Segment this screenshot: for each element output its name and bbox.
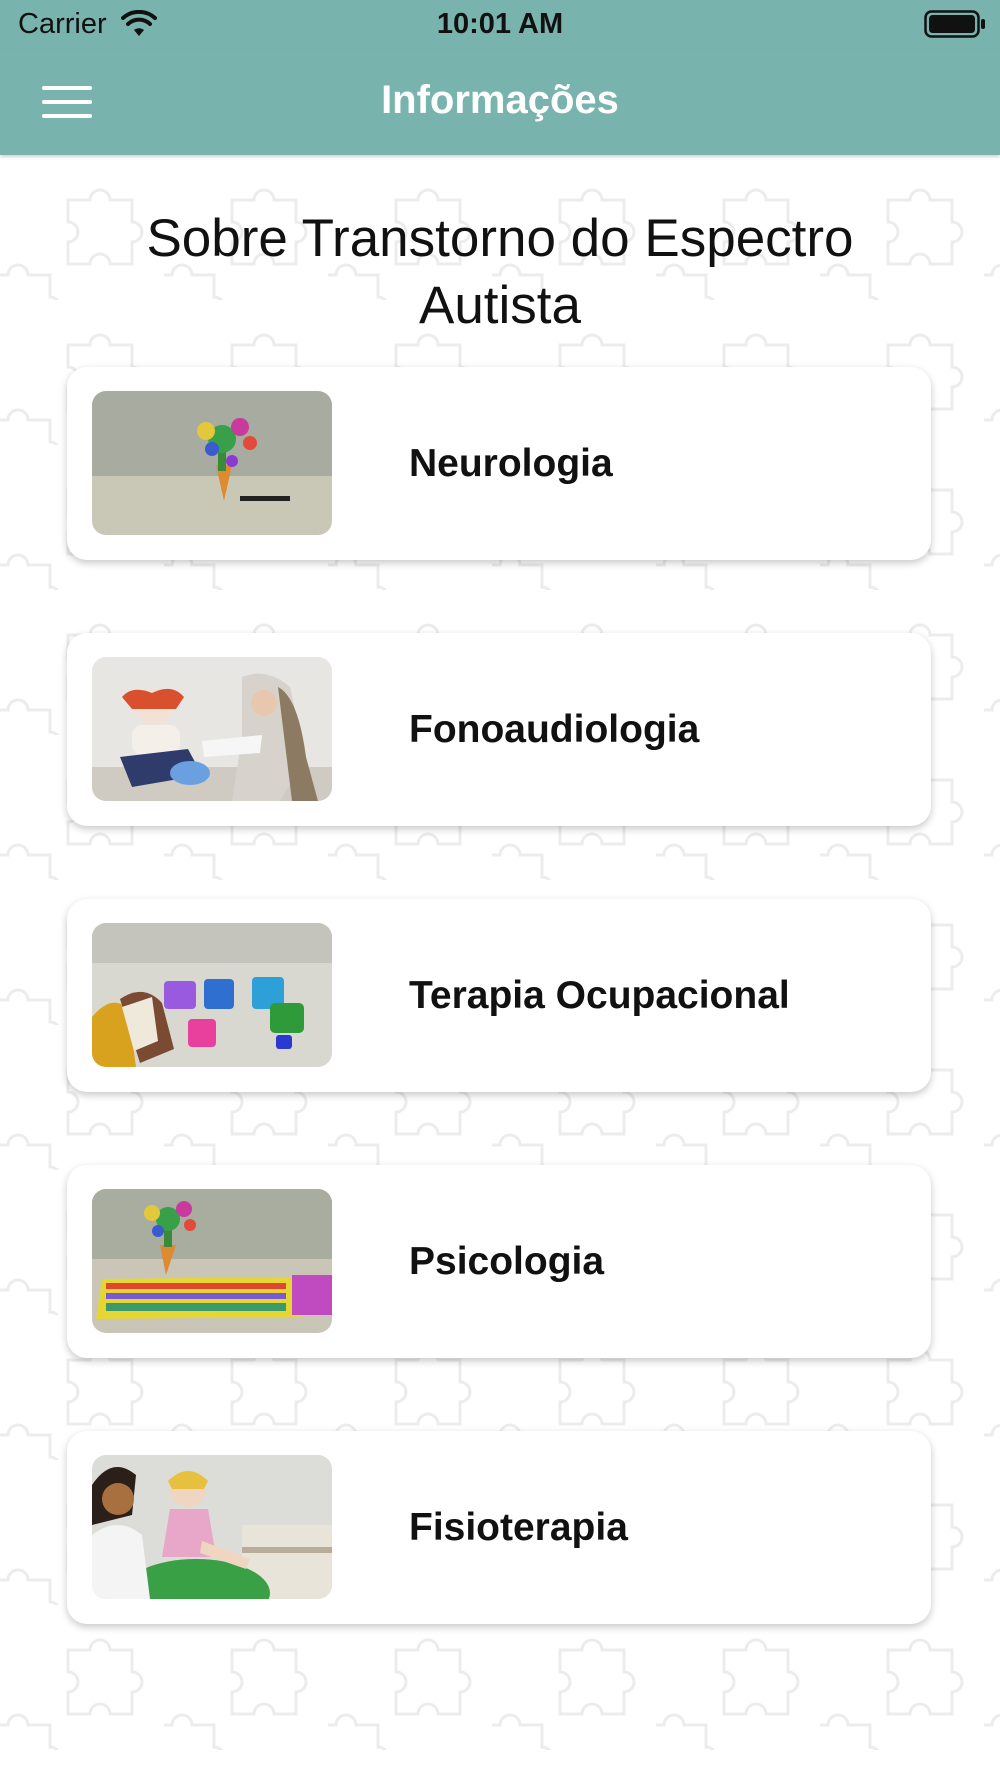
status-bar: Carrier 10:01 AM [0,0,1000,50]
toy-tree-photo [92,391,332,535]
status-time: 10:01 AM [436,8,564,40]
item-label: Neurologia [409,442,613,485]
therapist-with-doll-photo [92,657,332,801]
list-item-psicologia[interactable]: Psicologia [67,1165,931,1358]
item-label: Psicologia [409,1240,605,1283]
stacking-cups-photo [92,923,332,1067]
section-heading: Sobre Transtorno do Espectro Autista [80,205,920,339]
navigation-bar: Informações [0,50,1000,155]
list-item-terapia-ocupacional[interactable]: Terapia Ocupacional [67,899,931,1092]
item-label: Terapia Ocupacional [409,974,790,1017]
battery-icon [924,10,985,38]
toy-tree-alphabet-mat-photo [92,1189,332,1333]
section-heading-line-1: Sobre Transtorno do Espectro [146,209,854,268]
page-title: Informações [381,78,619,122]
item-label: Fisioterapia [409,1506,628,1549]
list-item-fonoaudiologia[interactable]: Fonoaudiologia [67,633,931,826]
section-heading-line-2: Autista [418,276,582,335]
item-label: Fonoaudiologia [409,708,700,751]
list-item-fisioterapia[interactable]: Fisioterapia [67,1431,931,1624]
therapist-doll-ball-photo [92,1455,332,1599]
list-item-neurologia[interactable]: Neurologia [67,367,931,560]
